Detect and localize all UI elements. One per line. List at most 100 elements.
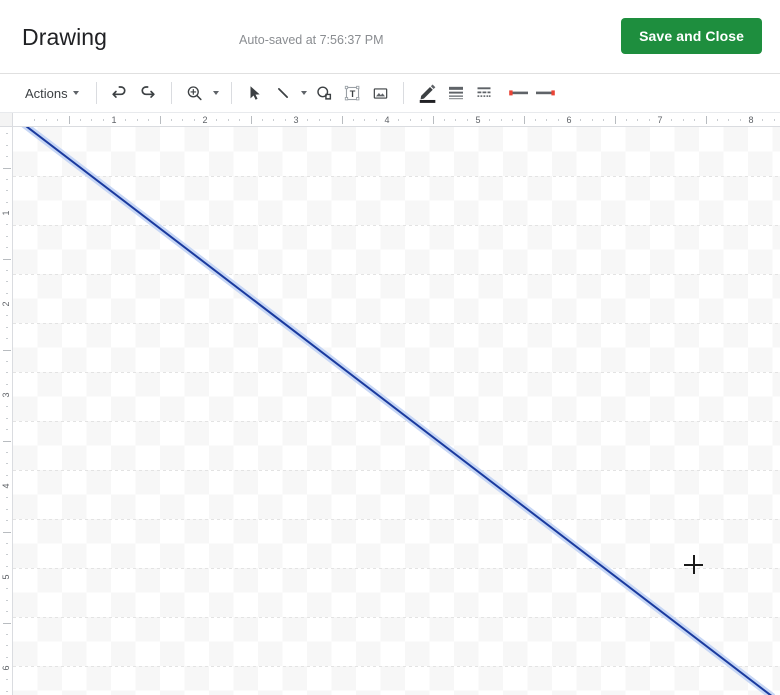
shape-tool-button[interactable] — [311, 79, 339, 107]
horizontal-ruler[interactable]: 1 2 3 4 5 6 7 8 — [13, 113, 780, 127]
cursor-arrow-icon — [250, 86, 260, 100]
line-weight-icon — [448, 86, 463, 100]
ruler-v-tick — [6, 247, 8, 248]
ruler-v-tick — [6, 475, 8, 476]
ruler-h-tick — [603, 119, 604, 121]
ruler-h-tick — [125, 119, 126, 121]
ruler-v-tick — [6, 554, 8, 555]
ruler-h-tick — [103, 119, 104, 121]
undo-icon — [112, 85, 126, 98]
vertical-ruler[interactable]: 1 2 3 4 5 6 — [0, 127, 13, 695]
ruler-h-tick — [706, 116, 707, 124]
ruler-h-tick — [580, 119, 581, 121]
line-start-button[interactable] — [506, 79, 532, 107]
ruler-v-tick — [6, 145, 8, 146]
line-tool-control[interactable] — [269, 79, 311, 107]
line-dash-icon — [477, 87, 491, 97]
pencil-color-icon — [419, 84, 435, 103]
text-box-tool-button[interactable]: T — [339, 79, 367, 107]
ruler-h-label: 2 — [202, 115, 208, 125]
line-weight-button[interactable] — [442, 79, 470, 107]
ruler-v-tick — [6, 236, 8, 237]
ruler-v-tick — [6, 645, 8, 646]
ruler-h-label: 6 — [566, 115, 572, 125]
toolbar-separator-1 — [95, 82, 97, 104]
image-tool-button[interactable] — [367, 79, 395, 107]
ruler-h-tick — [546, 119, 547, 121]
ruler-v-tick — [6, 463, 8, 464]
ruler-h-tick — [592, 119, 593, 121]
ruler-v-tick — [6, 497, 8, 498]
zoom-control[interactable] — [181, 79, 223, 107]
ruler-h-label: 7 — [657, 115, 663, 125]
ruler-h-tick — [637, 119, 638, 121]
line-tool-button[interactable] — [269, 79, 297, 107]
zoom-button[interactable] — [181, 79, 209, 107]
ruler-h-label: 3 — [293, 115, 299, 125]
drawing-shapes-layer[interactable] — [13, 127, 780, 695]
ruler-h-tick — [649, 119, 650, 121]
ruler-v-tick — [6, 270, 8, 271]
line-end-button[interactable] — [532, 79, 558, 107]
ruler-v-tick — [6, 384, 8, 385]
ruler-h-tick — [216, 119, 217, 121]
line-color-button[interactable] — [414, 79, 442, 107]
save-and-close-button[interactable]: Save and Close — [621, 18, 762, 54]
ruler-v-tick — [6, 611, 8, 612]
redo-button[interactable] — [134, 79, 162, 107]
ruler-h-tick — [285, 119, 286, 121]
svg-text:T: T — [350, 88, 356, 98]
ruler-h-tick — [717, 119, 718, 121]
shape-icon — [317, 85, 332, 100]
ruler-h-tick — [626, 119, 627, 121]
ruler-v-tick — [6, 429, 8, 430]
chevron-down-icon — [212, 91, 219, 95]
ruler-h-tick — [433, 116, 434, 124]
ruler-h-tick — [444, 119, 445, 121]
image-icon — [373, 87, 388, 99]
ruler-v-tick — [3, 350, 11, 351]
ruler-v-tick — [3, 168, 11, 169]
undo-button[interactable] — [106, 79, 134, 107]
ruler-h-tick — [364, 119, 365, 121]
ruler-h-tick — [615, 116, 616, 124]
ruler-v-tick — [6, 406, 8, 407]
actions-menu-button[interactable]: Actions — [18, 79, 86, 107]
line-tool-dropdown-button[interactable] — [297, 79, 311, 107]
zoom-dropdown-button[interactable] — [209, 79, 223, 107]
ruler-h-tick — [330, 119, 331, 121]
ruler-v-label: 1 — [1, 210, 11, 216]
ruler-v-label: 4 — [1, 483, 11, 489]
ruler-h-tick — [262, 119, 263, 121]
drawing-canvas[interactable] — [13, 127, 780, 695]
ruler-h-tick — [524, 116, 525, 124]
ruler-v-tick — [3, 259, 11, 260]
ruler-h-tick — [57, 119, 58, 121]
ruler-v-tick — [6, 543, 8, 544]
toolbar-separator-4 — [402, 82, 404, 104]
line-dash-button[interactable] — [470, 79, 498, 107]
ruler-v-tick — [6, 224, 8, 225]
ruler-v-tick — [6, 179, 8, 180]
ruler-h-tick — [342, 116, 343, 124]
selected-line[interactable] — [21, 127, 776, 695]
ruler-h-tick — [558, 119, 559, 121]
ruler-v-tick — [6, 133, 8, 134]
ruler-h-tick — [194, 119, 195, 121]
page-title: Drawing — [22, 24, 108, 50]
select-tool-button[interactable] — [241, 79, 269, 107]
ruler-v-tick — [6, 338, 8, 339]
toolbar: Actions T — [0, 74, 780, 113]
ruler-h-tick — [137, 119, 138, 121]
ruler-h-label: 8 — [748, 115, 754, 125]
ruler-h-tick — [251, 116, 252, 124]
ruler-v-tick — [6, 452, 8, 453]
ruler-h-tick — [307, 119, 308, 121]
ruler-h-tick — [46, 119, 47, 121]
header-bar: Drawing Auto-saved at 7:56:37 PM Save an… — [0, 0, 780, 74]
ruler-v-tick — [6, 361, 8, 362]
ruler-h-tick — [69, 116, 70, 124]
chevron-down-icon — [300, 91, 307, 95]
ruler-h-tick — [489, 119, 490, 121]
ruler-h-tick — [671, 119, 672, 121]
